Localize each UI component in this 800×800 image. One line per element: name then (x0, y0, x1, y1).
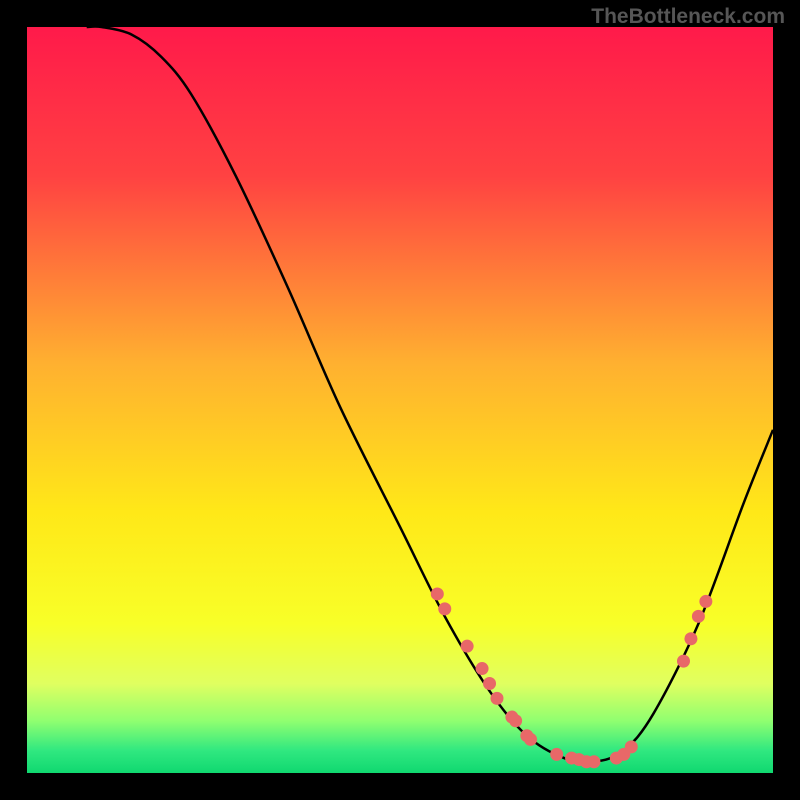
data-marker (438, 602, 451, 615)
data-marker (699, 595, 712, 608)
chart-svg (0, 0, 800, 800)
data-marker (490, 692, 503, 705)
data-marker (625, 740, 638, 753)
data-marker (550, 748, 563, 761)
plot-gradient-background (27, 27, 773, 773)
data-marker (587, 755, 600, 768)
watermark-text: TheBottleneck.com (591, 5, 785, 29)
data-marker (524, 733, 537, 746)
data-marker (476, 662, 489, 675)
data-marker (431, 587, 444, 600)
data-marker (692, 610, 705, 623)
chart-container: TheBottleneck.com (0, 0, 800, 800)
data-marker (509, 714, 522, 727)
data-marker (684, 632, 697, 645)
data-marker (461, 640, 474, 653)
data-marker (483, 677, 496, 690)
data-marker (677, 655, 690, 668)
